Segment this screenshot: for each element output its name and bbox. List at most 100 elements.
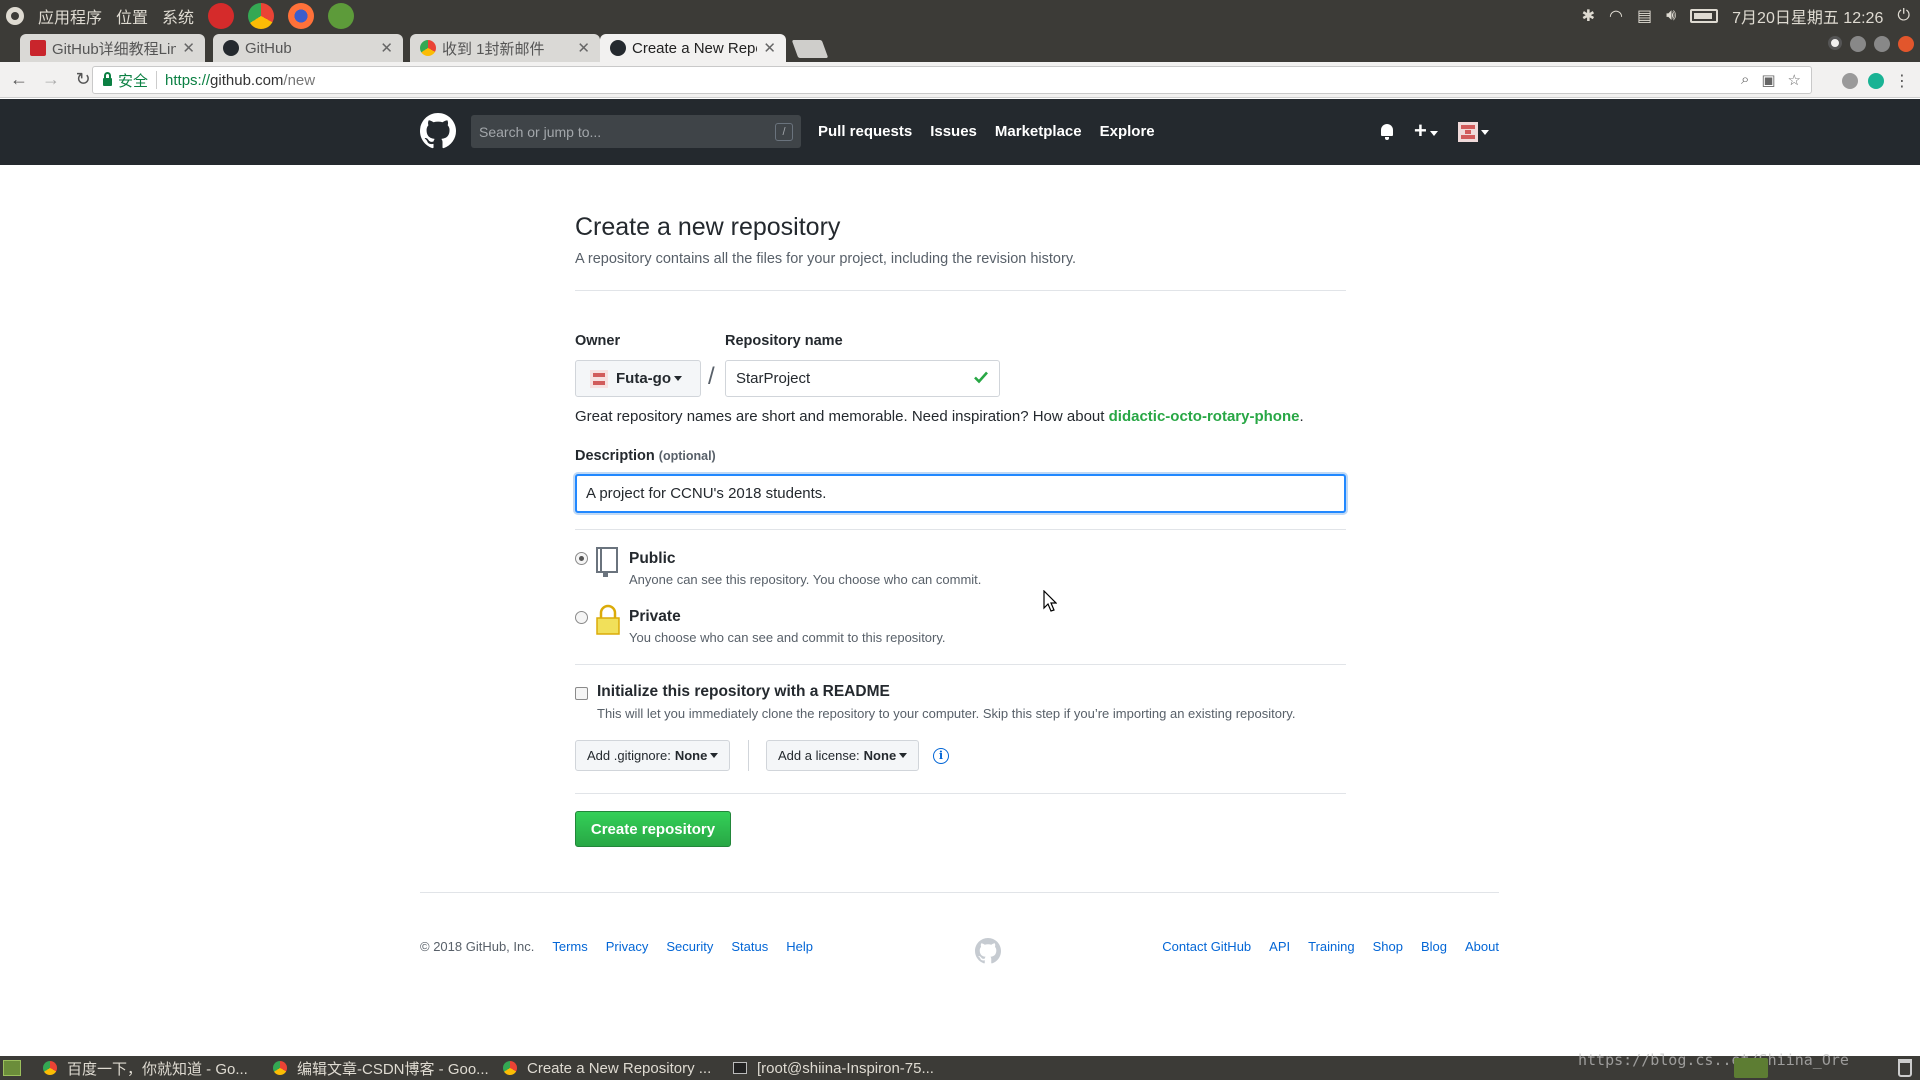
footer-link-api[interactable]: API	[1269, 939, 1290, 954]
owner-value: Futa-go	[616, 370, 671, 387]
wifi-icon[interactable]: ◠	[1609, 6, 1623, 26]
github-footer-logo-icon[interactable]	[975, 938, 1001, 964]
close-tab-icon[interactable]: ✕	[763, 39, 776, 57]
footer-link-blog[interactable]: Blog	[1421, 939, 1447, 954]
volume-icon[interactable]: 🔊︎	[1666, 7, 1676, 25]
menu-system[interactable]: 系统	[162, 4, 194, 28]
zoom-icon[interactable]: ⌕	[1741, 71, 1749, 89]
menu-places[interactable]: 位置	[116, 4, 148, 28]
minimize-icon[interactable]	[1850, 36, 1866, 52]
nav-marketplace[interactable]: Marketplace	[995, 123, 1082, 140]
footer-link-training[interactable]: Training	[1308, 939, 1354, 954]
profile-icon[interactable]	[1828, 36, 1842, 50]
gitignore-select[interactable]: Add .gitignore: None	[575, 740, 731, 771]
maximize-icon[interactable]	[1874, 36, 1890, 52]
url-scheme: https://	[165, 71, 211, 89]
github-octocat-icon[interactable]	[420, 113, 456, 149]
translate-icon[interactable]: ▣	[1761, 71, 1775, 89]
extension-m-icon[interactable]	[1868, 73, 1884, 89]
taskbar-item[interactable]: [root@shiina-Inspiron-75...	[727, 1056, 957, 1080]
repository-name-input[interactable]: StarProject	[725, 360, 1000, 397]
chrome-icon	[273, 1061, 287, 1075]
create-repository-button[interactable]: Create repository	[575, 811, 731, 847]
page-subtitle: A repository contains all the files for …	[575, 251, 1077, 267]
description-input[interactable]: A project for CCNU's 2018 students.	[575, 474, 1346, 513]
visibility-private-radio[interactable]	[575, 611, 588, 624]
visibility-private-title[interactable]: Private	[629, 608, 681, 626]
optional-tag: (optional)	[658, 449, 716, 463]
footer-link-shop[interactable]: Shop	[1373, 939, 1403, 954]
url-path: /new	[283, 71, 316, 89]
footer-link-privacy[interactable]: Privacy	[606, 939, 649, 954]
chrome-launcher-icon[interactable]	[248, 3, 275, 29]
nav-explore[interactable]: Explore	[1100, 123, 1155, 140]
create-new-menu[interactable]: +	[1414, 118, 1438, 143]
visibility-public-title[interactable]: Public	[629, 550, 676, 568]
csdn-favicon-icon	[30, 40, 46, 56]
visibility-public-radio[interactable]	[575, 552, 588, 565]
taskbar-item[interactable]: 百度一下，你就知道 - Go...	[37, 1056, 267, 1080]
readme-note: This will let you immediately clone the …	[597, 706, 1296, 721]
bookmark-star-icon[interactable]: ☆	[1788, 71, 1801, 89]
close-tab-icon[interactable]: ✕	[182, 39, 195, 57]
tab-github[interactable]: GitHub ✕	[213, 34, 403, 62]
taskbar-item[interactable]: 编辑文章-CSDN博客 - Goo...	[267, 1056, 497, 1080]
nav-pull-requests[interactable]: Pull requests	[818, 123, 912, 140]
new-tab-button[interactable]	[791, 40, 829, 58]
app-launcher-icon[interactable]	[328, 3, 355, 29]
url-text[interactable]: https://github.com/new	[165, 72, 315, 89]
close-tab-icon[interactable]: ✕	[577, 39, 590, 57]
ubuntu-logo-icon[interactable]	[6, 7, 24, 25]
close-window-icon[interactable]	[1898, 36, 1914, 52]
page-title: Create a new repository	[575, 213, 841, 241]
clock[interactable]: 7月20日星期五 12:26	[1732, 4, 1883, 28]
footer-link-about[interactable]: About	[1465, 939, 1499, 954]
show-desktop-button[interactable]	[3, 1060, 21, 1076]
caret-down-icon	[673, 376, 682, 381]
footer-link-security[interactable]: Security	[666, 939, 713, 954]
back-icon[interactable]: ←	[6, 69, 32, 90]
user-menu[interactable]	[1457, 122, 1489, 142]
nav-issues[interactable]: Issues	[930, 123, 977, 140]
bluetooth-icon[interactable]: ✱	[1582, 6, 1595, 26]
trash-icon[interactable]	[1898, 1059, 1912, 1077]
menu-kebab-icon[interactable]: ⋮	[1894, 71, 1910, 91]
footer-link-status[interactable]: Status	[731, 939, 768, 954]
license-label: Add a license:	[778, 748, 860, 763]
extension-icon[interactable]	[1842, 73, 1858, 89]
power-icon[interactable]: ⏻	[1897, 7, 1910, 25]
security-indicator[interactable]: 安全	[93, 70, 148, 91]
tab-csdn[interactable]: GitHub详细教程Lin ✕	[20, 34, 205, 62]
url-divider	[156, 71, 158, 89]
footer-link-contact[interactable]: Contact GitHub	[1162, 939, 1251, 954]
search-placeholder: Search or jump to...	[479, 123, 602, 140]
visibility-public-note: Anyone can see this repository. You choo…	[629, 572, 982, 587]
close-tab-icon[interactable]: ✕	[380, 39, 393, 57]
license-info-icon[interactable]: i	[933, 748, 949, 764]
plus-icon: +	[1414, 118, 1427, 143]
netease-music-launcher-icon[interactable]	[208, 3, 235, 29]
github-search-input[interactable]: Search or jump to... /	[471, 115, 801, 148]
battery-icon[interactable]	[1690, 9, 1719, 23]
tab-mail[interactable]: 收到 1封新邮件 ✕	[410, 34, 600, 62]
check-icon	[974, 371, 988, 384]
address-bar[interactable]: 安全 https://github.com/new ⌕ ▣ ☆	[92, 66, 1812, 94]
readme-checkbox[interactable]	[575, 687, 588, 700]
notifications-bell-icon[interactable]	[1380, 124, 1394, 140]
owner-repo-separator: /	[708, 363, 715, 390]
menu-applications[interactable]: 应用程序	[38, 4, 102, 28]
taskbar-item[interactable]: Create a New Repository ...	[497, 1056, 727, 1080]
owner-select[interactable]: Futa-go	[575, 360, 701, 397]
divider	[575, 529, 1346, 530]
tab-create-repo[interactable]: Create a New Repo ✕	[600, 34, 786, 62]
keyboard-icon[interactable]: ▤	[1637, 6, 1652, 26]
forward-icon[interactable]: →	[38, 69, 64, 90]
suggested-name-link[interactable]: didactic-octo-rotary-phone	[1109, 408, 1300, 425]
firefox-launcher-icon[interactable]	[288, 3, 315, 29]
license-select[interactable]: Add a license: None	[766, 740, 920, 771]
tray-chrome-icon[interactable]	[1734, 1058, 1768, 1078]
footer-link-terms[interactable]: Terms	[552, 939, 587, 954]
readme-title[interactable]: Initialize this repository with a README	[597, 683, 890, 701]
footer-link-help[interactable]: Help	[786, 939, 813, 954]
hint-text: Great repository names are short and mem…	[575, 408, 1109, 425]
